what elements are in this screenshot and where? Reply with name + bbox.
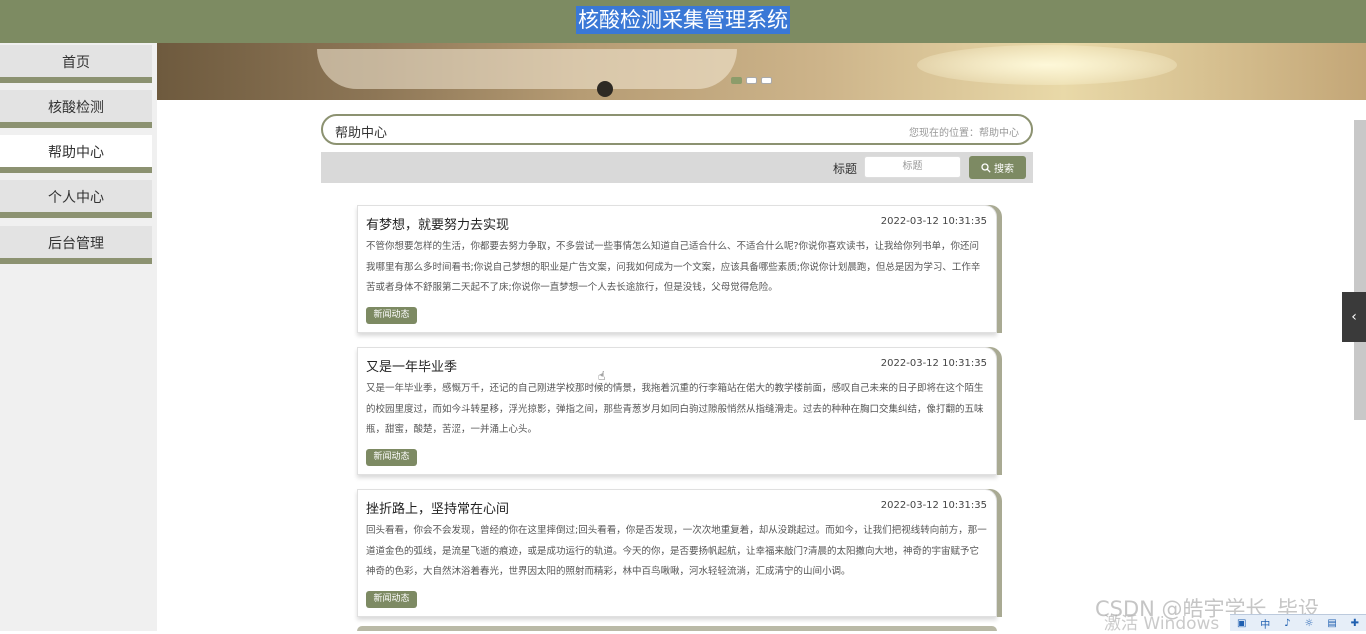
tray-icon[interactable]: 中 <box>1260 616 1270 631</box>
sidebar-item-help-center[interactable]: 帮助中心 <box>0 135 152 173</box>
chevron-left-icon[interactable]: ‹ <box>1342 292 1366 342</box>
search-label: 标题 <box>833 162 858 176</box>
location-text[interactable]: 您现在的位置：帮助中心 <box>909 124 1019 139</box>
app-header: 核酸检测采集管理系统 <box>0 0 1366 43</box>
hand-cursor-icon: ☝ <box>598 369 606 383</box>
article-summary: 又是一年毕业季，感慨万千，还记的自己刚进学校那时候的情景，我拖着沉重的行李箱站在… <box>366 383 984 435</box>
sidebar-item-nucleic-test[interactable]: 核酸检测 <box>0 90 152 128</box>
article-title[interactable]: 有梦想，就要努力去实现 <box>366 214 509 233</box>
banner-image-detail <box>597 81 613 97</box>
article-card-next[interactable] <box>357 626 997 631</box>
search-input[interactable]: 标题 <box>864 156 961 178</box>
sidebar-item-admin[interactable]: 后台管理 <box>0 226 152 264</box>
tray-icon[interactable]: ☼ <box>1304 618 1313 629</box>
tray-icon[interactable]: ♪ <box>1284 618 1290 629</box>
article-date: 2022-03-12 10:31:35 <box>880 500 987 511</box>
article-card[interactable]: 挫折路上，坚持常在心间 2022-03-12 10:31:35 回头看看，你会不… <box>357 489 997 617</box>
article-summary: 回头看看，你会不会发现，曾经的你在这里摔倒过;回头看看，你是否发现，一次次地重复… <box>366 525 987 577</box>
scrollbar[interactable] <box>1354 120 1366 420</box>
sidebar: 首页 核酸检测 帮助中心 个人中心 后台管理 <box>0 43 157 631</box>
article-date: 2022-03-12 10:31:35 <box>880 358 987 369</box>
article-tag[interactable]: 新闻动态 <box>366 449 417 466</box>
article-card[interactable]: 又是一年毕业季 2022-03-12 10:31:35 又是一年毕业季，感慨万千… <box>357 347 997 475</box>
sidebar-item-home[interactable]: 首页 <box>0 45 152 83</box>
search-button-label: 搜索 <box>994 164 1014 175</box>
article-tag[interactable]: 新闻动态 <box>366 307 417 324</box>
breadcrumb: 帮助中心 您现在的位置：帮助中心 <box>321 114 1033 145</box>
article-tag[interactable]: 新闻动态 <box>366 591 417 608</box>
article-title[interactable]: 挫折路上，坚持常在心间 <box>366 498 509 517</box>
article-title[interactable]: 又是一年毕业季 <box>366 356 457 375</box>
article-card[interactable]: 有梦想，就要努力去实现 2022-03-12 10:31:35 不管你想要怎样的… <box>357 205 997 333</box>
watermark-activate-windows: 激活 Windows <box>1104 614 1220 634</box>
search-icon <box>981 162 991 173</box>
banner-image-light <box>917 45 1177 85</box>
banner-image-detail <box>317 49 737 89</box>
sidebar-item-personal-center[interactable]: 个人中心 <box>0 180 152 218</box>
app-title: 核酸检测采集管理系统 <box>576 6 790 34</box>
carousel-dot-1[interactable] <box>731 77 742 84</box>
search-bar: 标题 标题 搜索 <box>321 152 1033 183</box>
banner-carousel <box>157 43 1366 100</box>
tray-icon[interactable]: ✚ <box>1351 618 1359 629</box>
carousel-dot-2[interactable] <box>746 77 757 84</box>
tray-icon[interactable]: ▣ <box>1237 618 1246 629</box>
carousel-dot-3[interactable] <box>761 77 772 84</box>
carousel-indicators <box>731 77 772 84</box>
article-summary: 不管你想要怎样的生活，你都要去努力争取，不多尝试一些事情怎么知道自己适合什么、不… <box>366 241 981 293</box>
article-date: 2022-03-12 10:31:35 <box>880 216 987 227</box>
search-button[interactable]: 搜索 <box>969 156 1026 179</box>
tray-icon[interactable]: ▤ <box>1327 618 1336 629</box>
section-title: 帮助中心 <box>335 126 388 141</box>
system-tray: ▣ 中 ♪ ☼ ▤ ✚ <box>1230 614 1366 631</box>
